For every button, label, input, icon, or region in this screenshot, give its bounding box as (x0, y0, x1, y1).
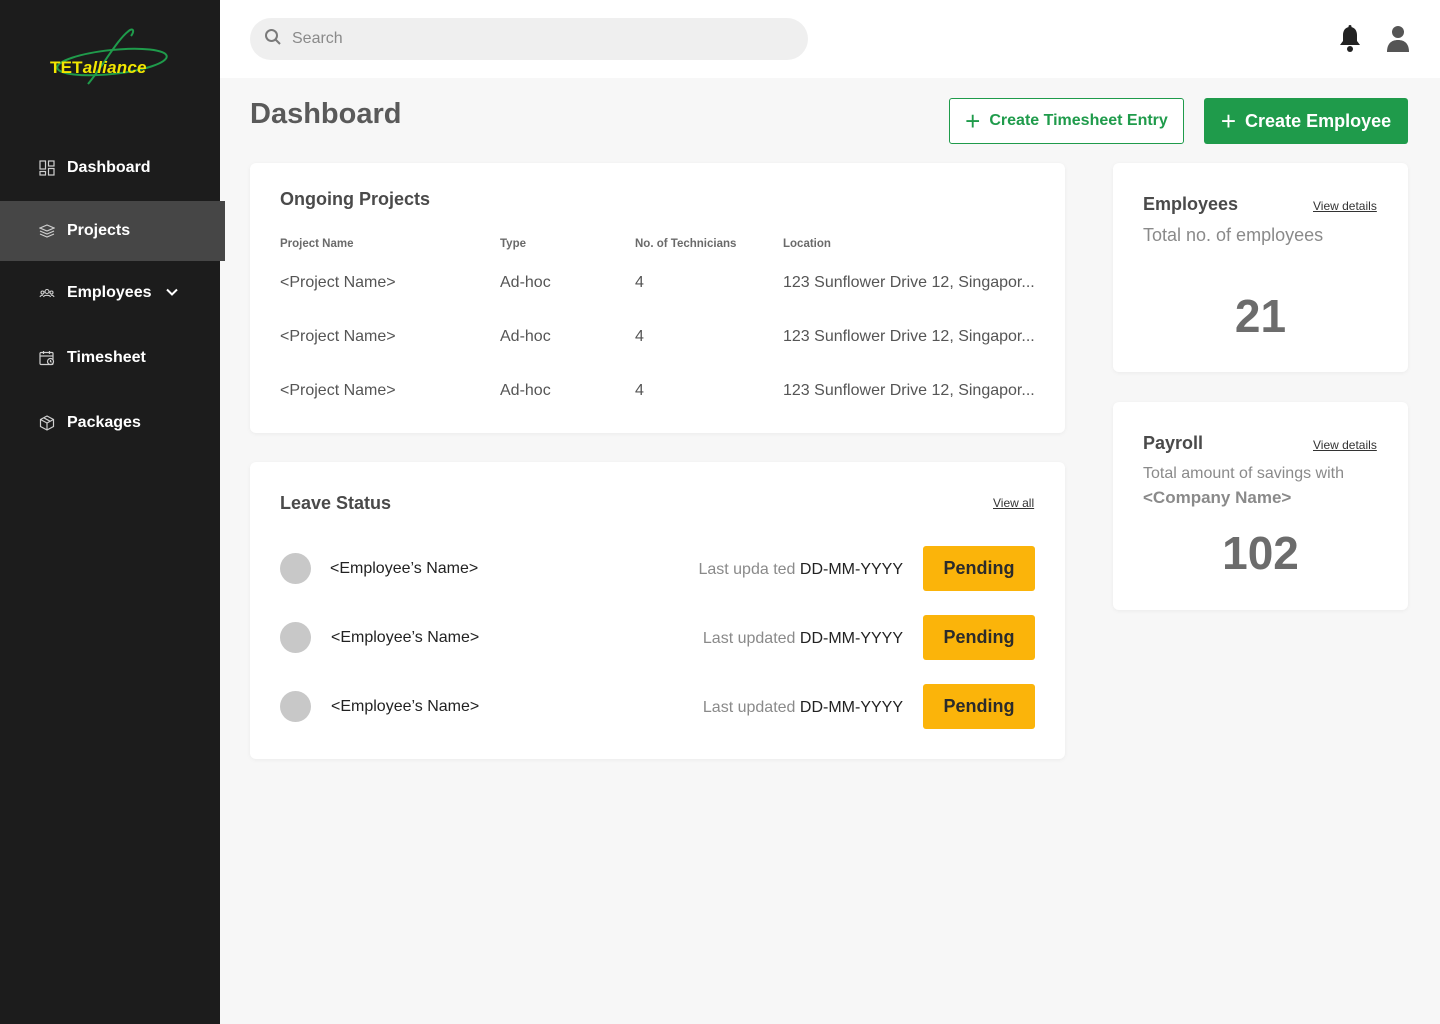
create-timesheet-entry-button[interactable]: + Create Timesheet Entry (949, 98, 1184, 144)
employee-name: <Employee’s Name> (331, 629, 480, 646)
view-all-link[interactable]: View all (993, 496, 1034, 510)
project-type-cell: Ad-hoc (500, 274, 551, 291)
payroll-stat-card: Payroll View details Total amount of sav… (1113, 402, 1408, 610)
logo-swoosh-icon (56, 28, 168, 85)
payroll-view-details-link[interactable]: View details (1313, 438, 1377, 452)
project-type-cell: Ad-hoc (500, 328, 551, 345)
last-updated-date: DD-MM-YYYY (799, 630, 903, 647)
project-name-cell: <Project Name> (280, 274, 396, 291)
bell-icon[interactable] (1338, 25, 1362, 58)
last-updated-text: Last upda ted DD-MM-YYYY (663, 561, 903, 579)
logo-alliance-text: alliance (82, 58, 147, 77)
last-updated-label: Last updated (702, 699, 796, 716)
calendar-clock-icon (38, 349, 56, 367)
ongoing-projects-card: Ongoing Projects Project Name Type No. o… (250, 163, 1065, 433)
search-input[interactable] (292, 30, 772, 48)
payroll-card-title: Payroll (1143, 433, 1204, 453)
page-title: Dashboard (250, 98, 402, 130)
group-icon (38, 284, 56, 302)
plus-icon: + (1220, 106, 1237, 136)
sidebar: TETalliance Dashboard Projects Employees… (0, 0, 225, 1024)
project-location-cell: 123 Sunflower Drive 12, Singapor... (783, 382, 1035, 399)
employees-card-title: Employees (1143, 194, 1239, 214)
sidebar-item-packages[interactable]: Packages (0, 393, 220, 453)
logo-tet-text: TET (50, 58, 83, 77)
column-header-location: Location (783, 238, 831, 250)
pending-status-button[interactable]: Pending (923, 615, 1035, 660)
pending-status-button[interactable]: Pending (923, 546, 1035, 591)
payroll-card-subtitle: Total amount of savings with (1143, 465, 1344, 482)
sidebar-item-projects[interactable]: Projects (0, 201, 225, 261)
project-technicians-cell: 4 (635, 328, 644, 345)
last-updated-label: Last updated (702, 630, 796, 647)
sidebar-item-timesheet[interactable]: Timesheet (0, 328, 220, 388)
leave-status-card: Leave Status View all <Employee’s Name> … (250, 462, 1065, 759)
project-location-cell: 123 Sunflower Drive 12, Singapor... (783, 328, 1035, 345)
sidebar-item-label: Projects (67, 222, 131, 239)
avatar (280, 691, 311, 722)
logo-text: TETalliance (50, 58, 147, 78)
create-employee-button[interactable]: + Create Employee (1204, 98, 1408, 144)
sidebar-item-dashboard[interactable]: Dashboard (0, 138, 220, 198)
last-updated-label: Last upda ted (698, 561, 796, 578)
employees-view-details-link[interactable]: View details (1313, 199, 1377, 213)
project-location-cell: 123 Sunflower Drive 12, Singapor... (783, 274, 1035, 291)
leave-status-title: Leave Status (280, 493, 392, 513)
project-type-cell: Ad-hoc (500, 382, 551, 399)
project-technicians-cell: 4 (635, 274, 644, 291)
project-name-cell: <Project Name> (280, 328, 396, 345)
create-timesheet-entry-label: Create Timesheet Entry (989, 112, 1168, 129)
employees-stat-card: Employees View details Total no. of empl… (1113, 163, 1408, 372)
payroll-amount: 102 (1222, 527, 1299, 579)
search-icon (264, 28, 282, 51)
column-header-project-name: Project Name (280, 238, 354, 250)
dashboard-grid-icon (38, 159, 56, 177)
sidebar-item-label: Employees (67, 284, 152, 301)
sidebar-item-label: Dashboard (67, 159, 151, 176)
plus-icon: + (965, 106, 981, 136)
create-employee-label: Create Employee (1245, 110, 1392, 131)
pending-status-button[interactable]: Pending (923, 684, 1035, 729)
package-box-icon (38, 414, 56, 432)
tet-alliance-logo[interactable]: TETalliance (48, 26, 174, 88)
employee-name: <Employee’s Name> (330, 560, 479, 577)
last-updated-text: Last updated DD-MM-YYYY (663, 630, 903, 648)
employees-card-subtitle: Total no. of employees (1143, 225, 1324, 245)
sidebar-item-label: Timesheet (67, 349, 146, 366)
user-icon[interactable] (1386, 25, 1410, 58)
sidebar-item-label: Packages (67, 414, 141, 431)
ongoing-projects-title: Ongoing Projects (280, 189, 431, 209)
avatar (280, 553, 311, 584)
sidebar-item-employees[interactable]: Employees (0, 263, 220, 323)
layers-icon (38, 222, 56, 240)
avatar (280, 622, 311, 653)
project-name-cell: <Project Name> (280, 382, 396, 399)
employee-name: <Employee’s Name> (331, 698, 480, 715)
project-technicians-cell: 4 (635, 382, 644, 399)
search-box[interactable] (250, 18, 808, 60)
last-updated-date: DD-MM-YYYY (799, 561, 903, 578)
chevron-down-icon[interactable] (165, 285, 179, 304)
employees-count: 21 (1234, 290, 1287, 342)
payroll-company-name: <Company Name> (1143, 488, 1292, 507)
top-bar (220, 0, 1440, 78)
last-updated-date: DD-MM-YYYY (799, 699, 903, 716)
column-header-technicians: No. of Technicians (635, 238, 737, 250)
column-header-type: Type (500, 238, 526, 250)
last-updated-text: Last updated DD-MM-YYYY (663, 699, 903, 717)
